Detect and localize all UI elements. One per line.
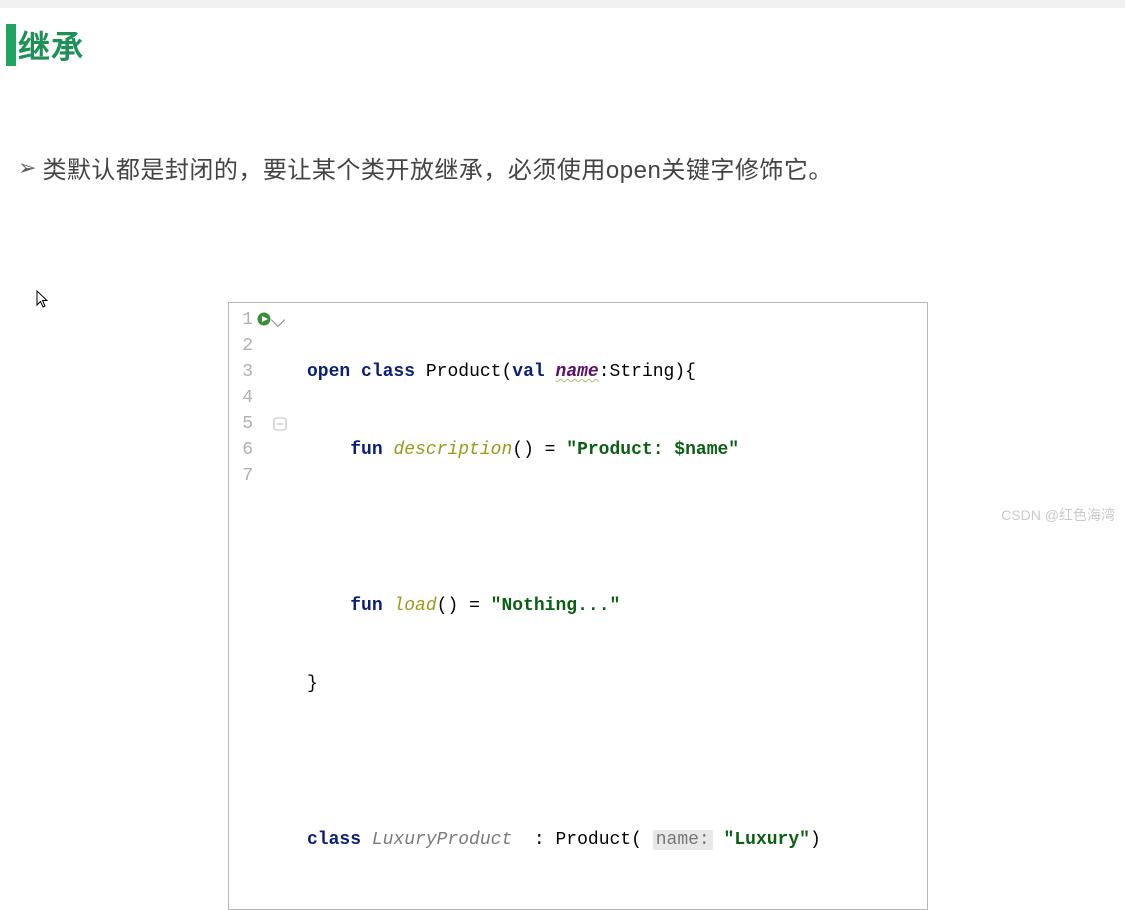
code-line: } [307, 671, 921, 697]
code-gutter: 1 2 3 4 5 6 7 [229, 303, 301, 909]
gutter-line: 2 [229, 333, 301, 359]
line-number: 6 [239, 437, 253, 463]
code-line: fun load() = "Nothing..." [307, 593, 921, 619]
code-line: open class Product(val name:String){ [307, 359, 921, 385]
code-block: 1 2 3 4 5 6 7 open class Product(val nam… [228, 302, 928, 910]
line-number: 3 [239, 359, 253, 385]
bullet-row: ➢ 类默认都是封闭的，要让某个类开放继承，必须使用open关键字修饰它。 [18, 150, 1125, 185]
parameter-hint: name: [653, 830, 713, 850]
line-number: 2 [239, 333, 253, 359]
bullet-text: 类默认都是封闭的，要让某个类开放继承，必须使用open关键字修饰它。 [42, 150, 832, 185]
watermark: CSDN @红色海湾 [1001, 505, 1115, 525]
code-line [307, 749, 921, 775]
cursor-arrow-icon [36, 290, 50, 315]
code-line [307, 515, 921, 541]
code-line: fun description() = "Product: $name" [307, 437, 921, 463]
chevron-down-icon [271, 313, 285, 327]
code-content: open class Product(val name:String){ fun… [301, 303, 927, 909]
run-gutter-icon[interactable] [257, 312, 271, 326]
line-number: 1 [239, 307, 253, 333]
top-bar [0, 0, 1125, 8]
line-number: 5 [239, 411, 253, 437]
gutter-line: 6 [229, 437, 301, 463]
code-line: class LuxuryProduct : Product( name: "Lu… [307, 827, 921, 853]
gutter-line: 7 [229, 463, 301, 489]
bullet-marker-icon: ➢ [18, 157, 36, 179]
header-accent [6, 24, 16, 66]
fold-toggle-icon[interactable] [273, 417, 287, 431]
gutter-line: 5 [229, 411, 301, 437]
slide-header: 继承 [0, 8, 1125, 68]
gutter-line: 1 [229, 307, 301, 333]
line-number: 4 [239, 385, 253, 411]
gutter-line: 4 [229, 385, 301, 411]
line-number: 7 [239, 463, 253, 489]
gutter-line: 3 [229, 359, 301, 385]
page-title: 继承 [18, 22, 84, 68]
